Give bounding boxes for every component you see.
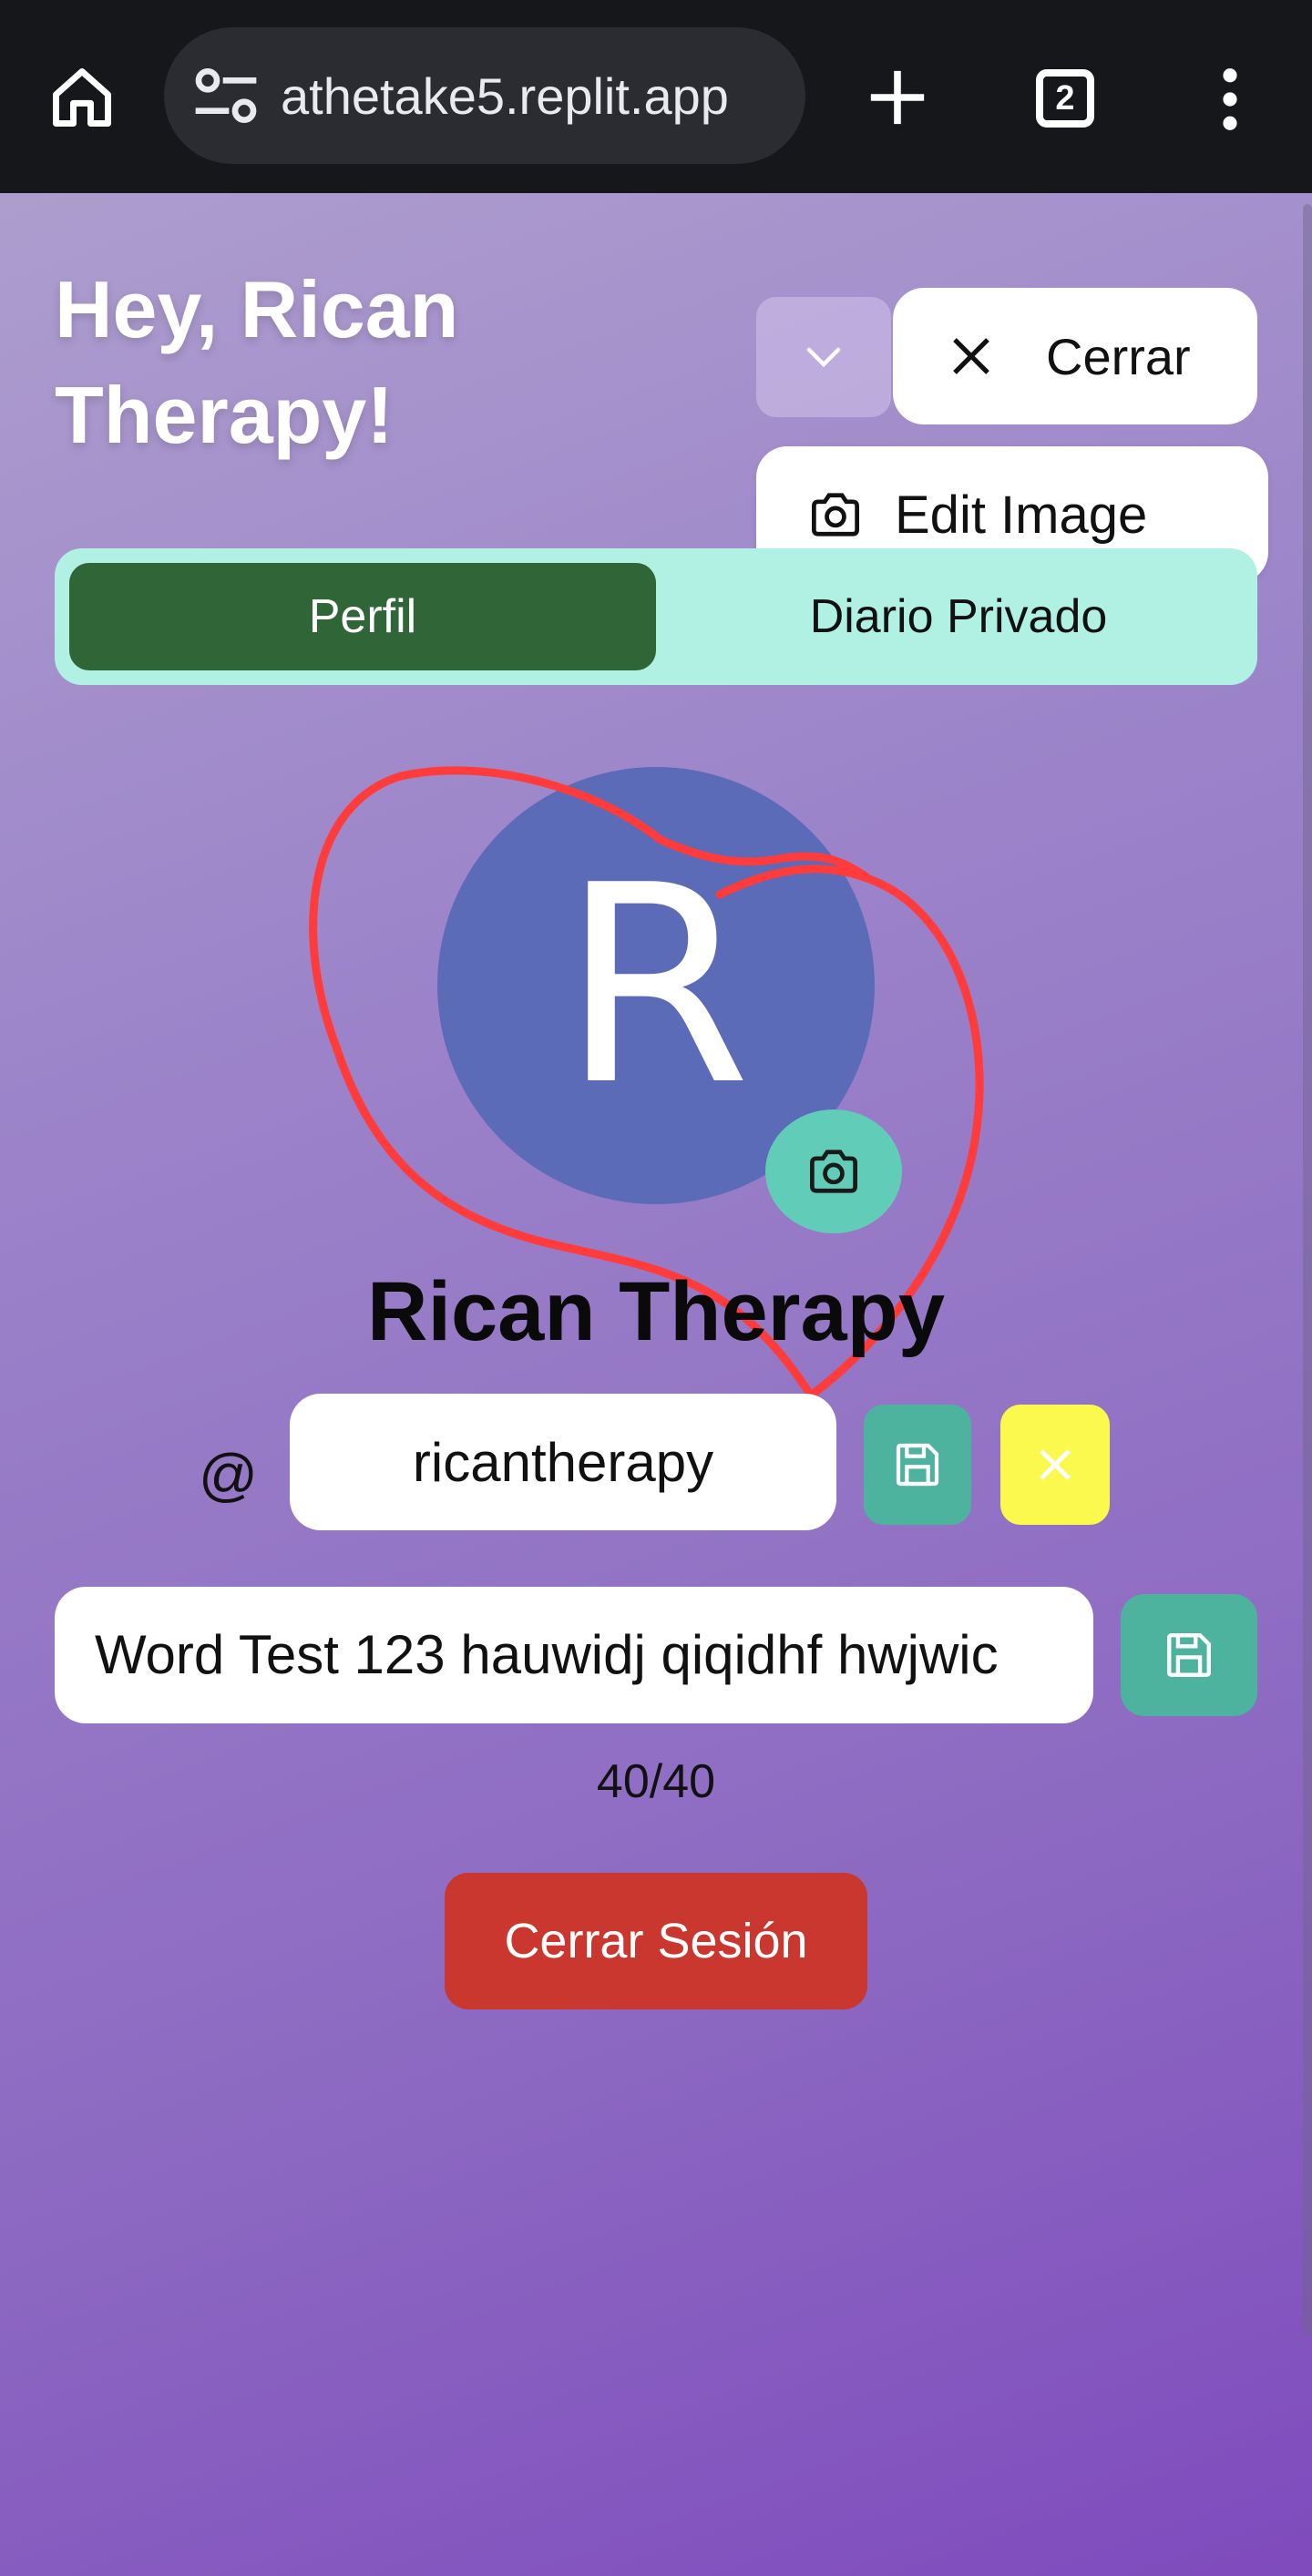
more-vert-icon[interactable] [1203,58,1257,140]
tab-count: 2 [1036,69,1094,128]
url-text[interactable]: athetake5.replit.app [281,67,791,126]
close-button[interactable]: Cerrar [893,288,1257,424]
change-avatar-button[interactable] [765,1109,902,1233]
save-icon [896,1443,939,1487]
browser-toolbar: athetake5.replit.app 2 [0,0,1312,193]
username-input[interactable] [290,1394,836,1530]
tab-switcher-icon[interactable]: 2 [1024,60,1106,137]
bio-input[interactable]: Word Test 123 hauwidj qiqidhf hwjwic [55,1587,1093,1723]
cancel-username-button[interactable] [1000,1405,1110,1525]
at-symbol: @ [199,1442,258,1508]
plus-icon[interactable] [856,56,938,138]
save-icon [1167,1633,1211,1677]
camera-icon [812,493,859,537]
tab-bar: Perfil Diario Privado [55,548,1257,685]
save-bio-button[interactable] [1121,1594,1257,1716]
edit-image-label: Edit Image [895,485,1148,545]
logout-button[interactable]: Cerrar Sesión [445,1873,867,2009]
home-icon[interactable] [36,56,128,138]
display-name: Rican Therapy [367,1265,945,1358]
tab-diario-privado[interactable]: Diario Privado [674,563,1243,670]
chevron-down-icon [806,347,841,368]
profile-page: Hey, Rican Therapy! Cerrar Edit Image Pe… [0,193,1312,2576]
address-bar[interactable]: athetake5.replit.app [164,27,805,164]
camera-icon [810,1150,857,1193]
chevron-down-button[interactable] [756,297,891,417]
save-username-button[interactable] [864,1405,971,1525]
red-circle-annotation [309,766,984,1400]
tune-icon[interactable] [190,62,262,129]
greeting-heading: Hey, Rican Therapy! [55,264,459,460]
close-icon [1040,1449,1071,1480]
bio-character-counter: 40/40 [596,1755,716,1808]
close-label: Cerrar [1046,327,1191,385]
close-icon [953,338,989,374]
tab-perfil[interactable]: Perfil [69,563,656,670]
